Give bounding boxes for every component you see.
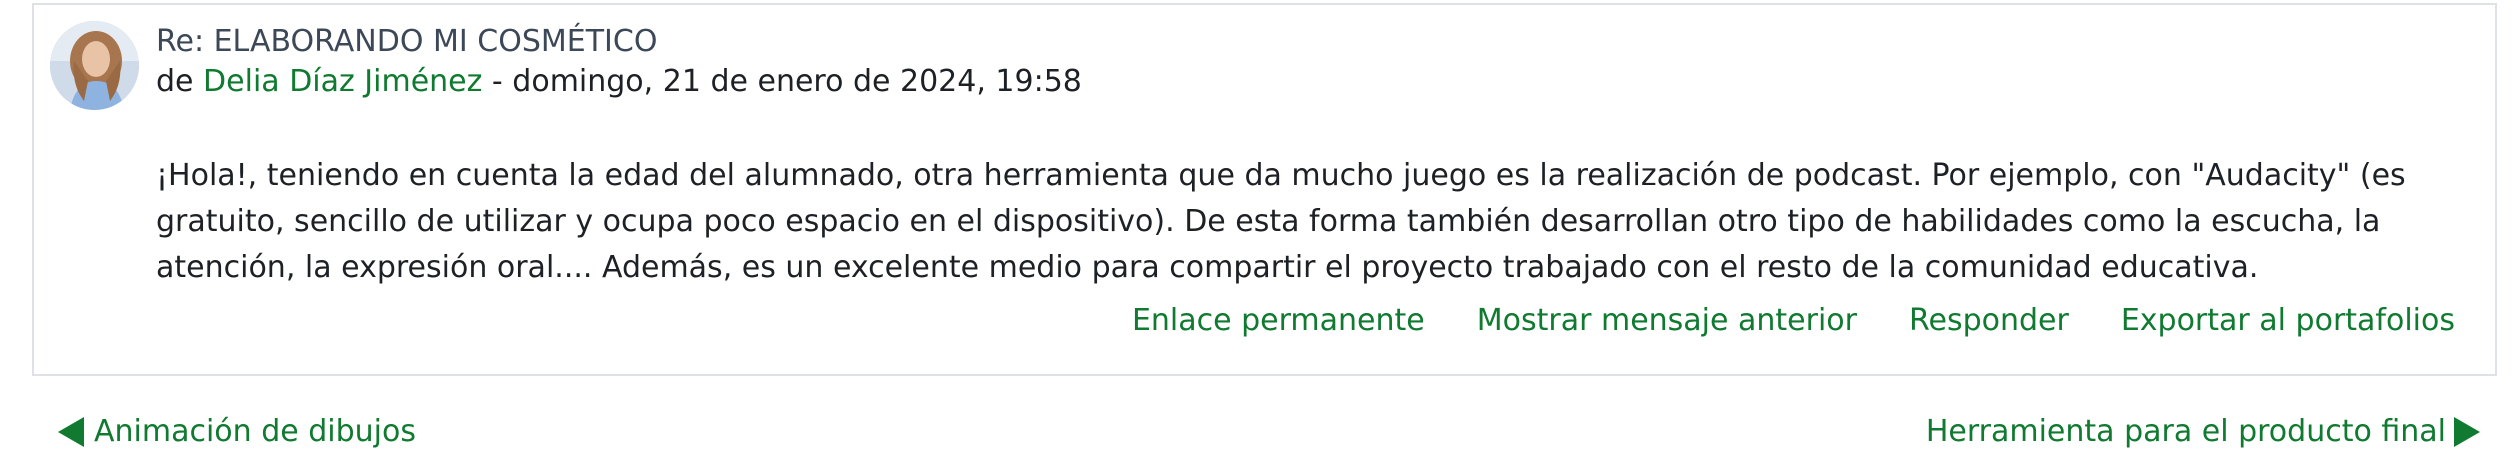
forum-post: Re: ELABORANDO MI COSMÉTICO de Delia Día… xyxy=(32,3,2497,376)
byline-prefix: de xyxy=(156,64,204,99)
post-commands: Enlace permanente Mostrar mensaje anteri… xyxy=(1132,302,2455,340)
post-content: ¡Hola!, teniendo en cuenta la edad del a… xyxy=(156,158,2406,285)
reply-link[interactable]: Responder xyxy=(1909,302,2069,340)
user-avatar[interactable] xyxy=(50,21,139,110)
post-subject: Re: ELABORANDO MI COSMÉTICO xyxy=(156,24,658,59)
prev-discussion-link[interactable]: Animación de dibujos xyxy=(58,413,416,451)
author-link[interactable]: Delia Díaz Jiménez xyxy=(203,64,482,99)
byline-separator: - xyxy=(482,64,513,99)
export-portfolio-link[interactable]: Exportar al portafolios xyxy=(2121,302,2455,340)
post-byline: de Delia Díaz Jiménez - domingo, 21 de e… xyxy=(156,63,1082,101)
triangle-right-icon xyxy=(2454,417,2480,447)
show-parent-link[interactable]: Mostrar mensaje anterior xyxy=(1477,302,1857,340)
triangle-left-icon xyxy=(58,417,84,447)
post-date: domingo, 21 de enero de 2024, 19:58 xyxy=(512,64,1082,99)
user-avatar-icon xyxy=(50,21,139,110)
next-discussion-link[interactable]: Herramienta para el producto final xyxy=(1926,413,2480,451)
permalink-link[interactable]: Enlace permanente xyxy=(1132,302,1425,340)
next-discussion-label: Herramienta para el producto final xyxy=(1925,414,2446,449)
prev-discussion-label: Animación de dibujos xyxy=(94,414,417,449)
